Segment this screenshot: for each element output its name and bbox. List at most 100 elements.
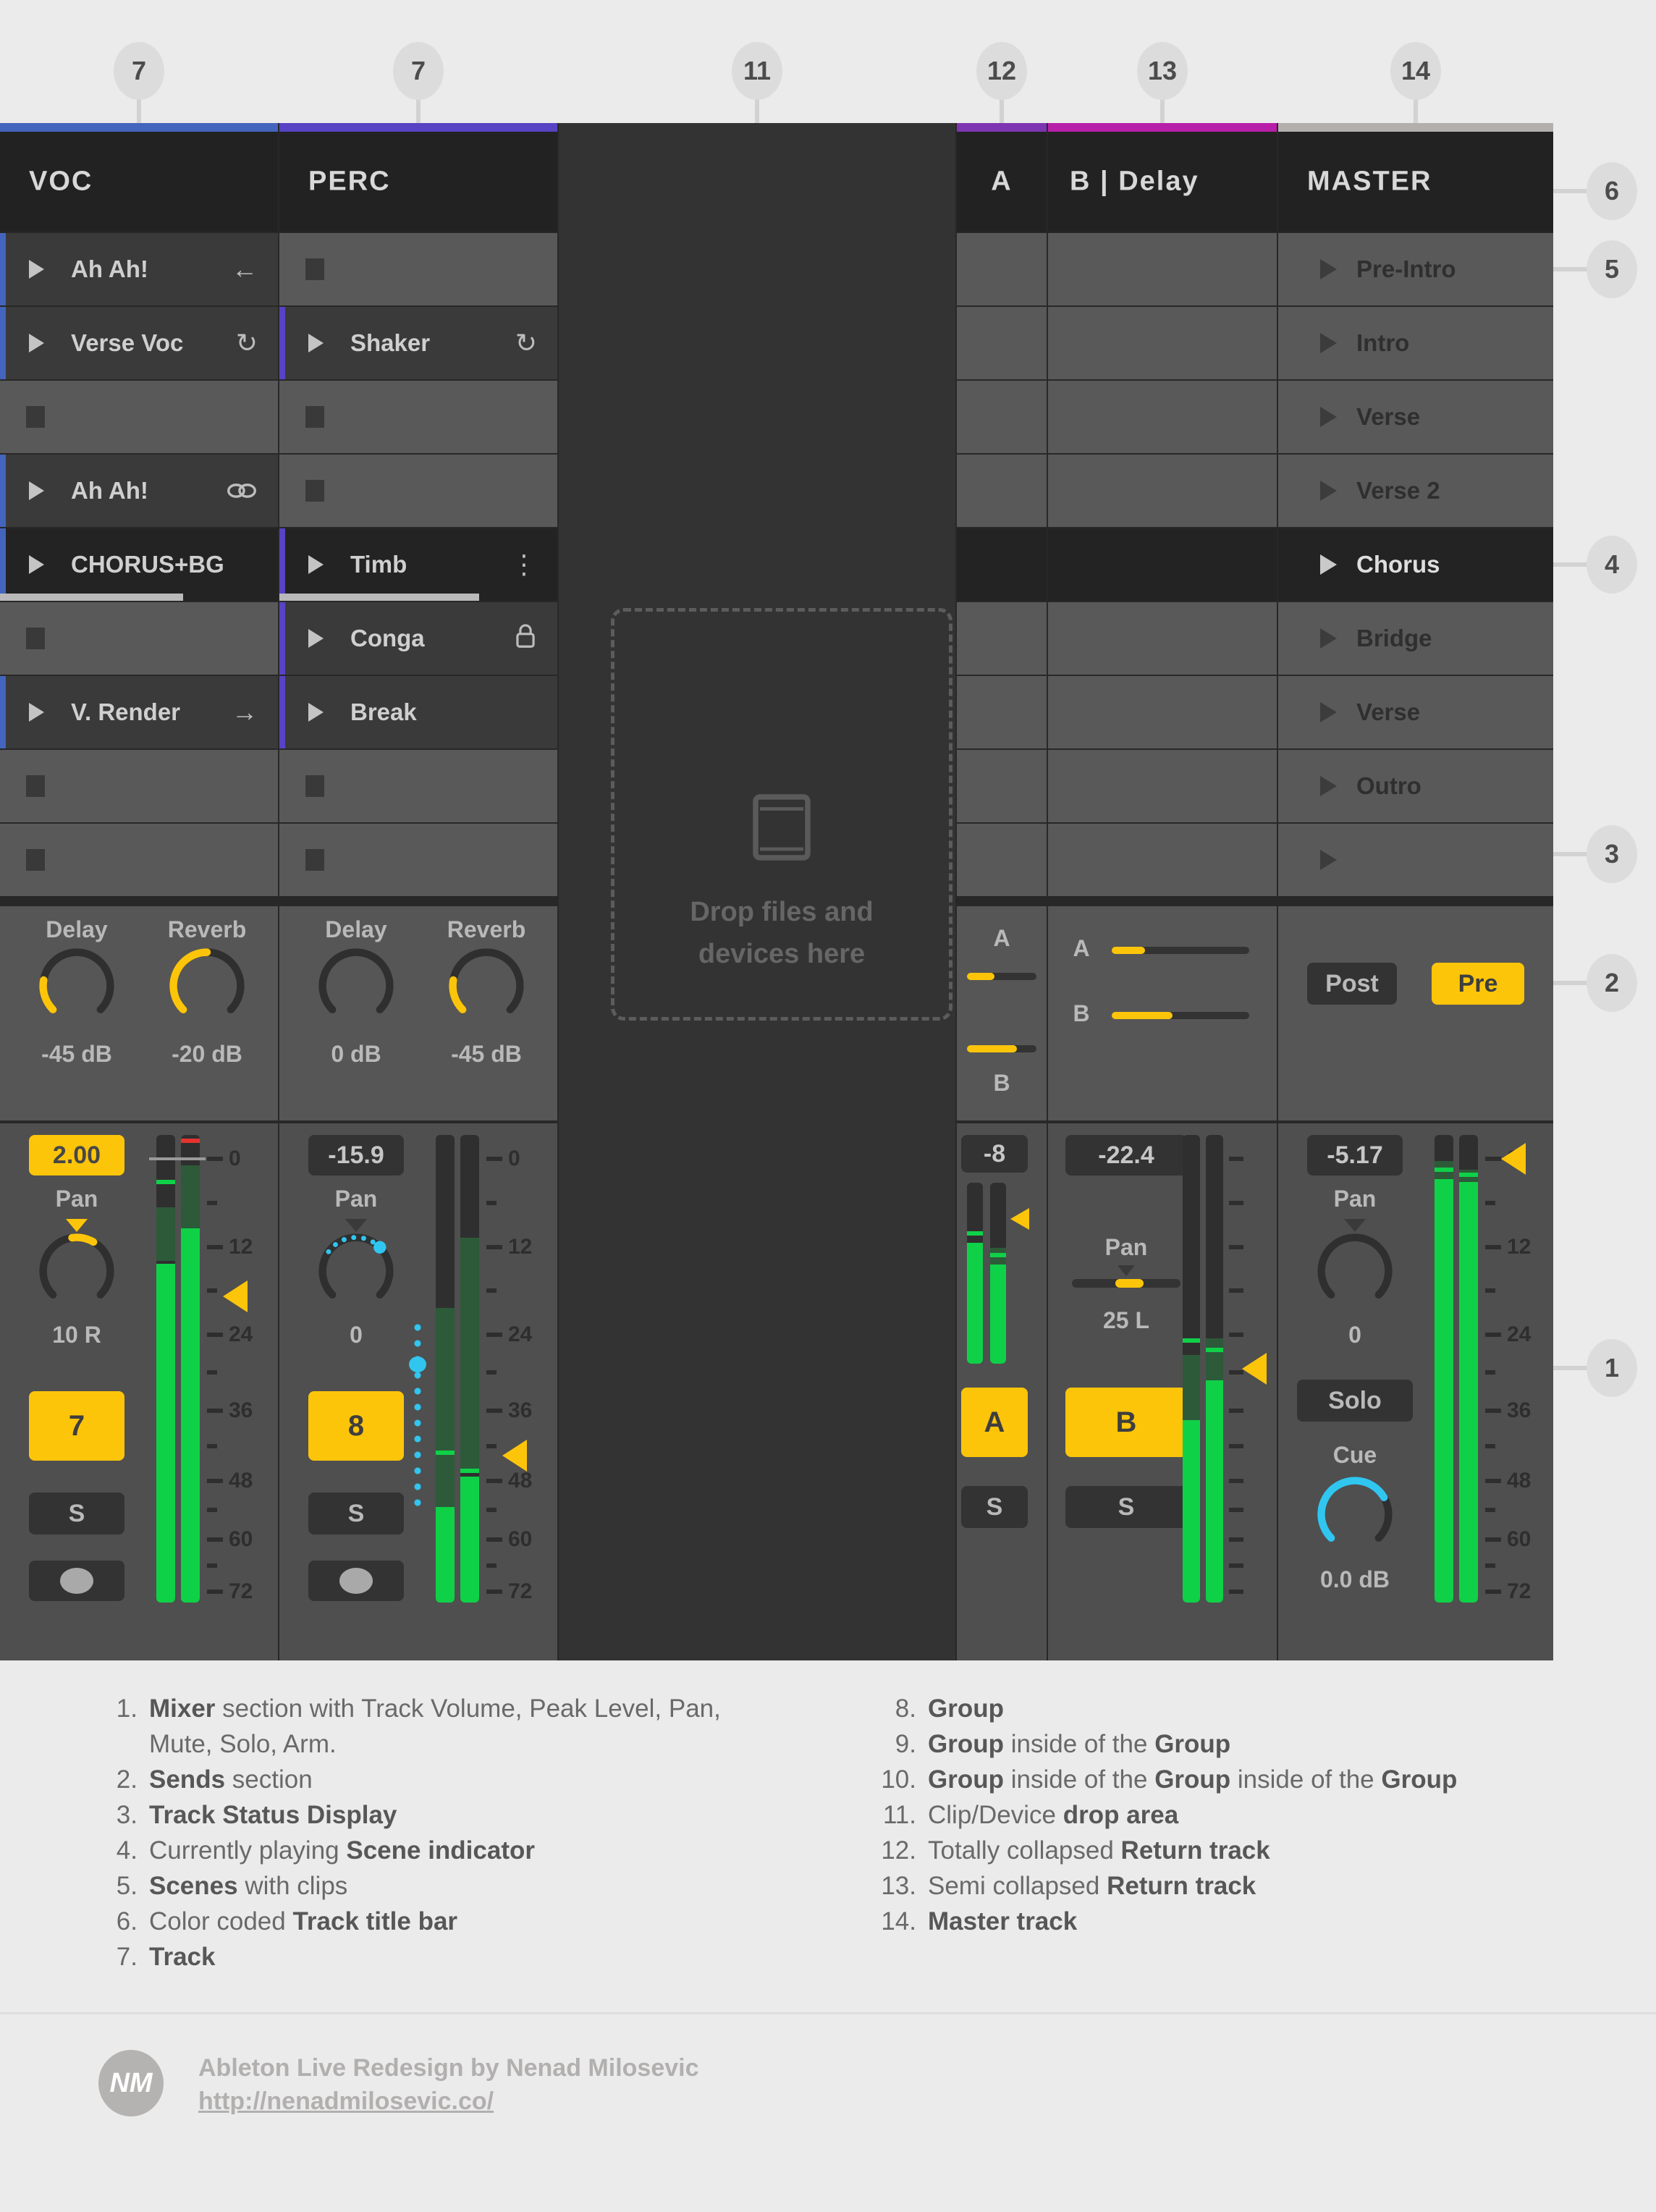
pre-button[interactable]: Pre bbox=[1432, 963, 1524, 1005]
scene-play-icon[interactable] bbox=[1320, 628, 1337, 649]
scene-play-icon[interactable] bbox=[1320, 554, 1337, 575]
volume-fader-handle[interactable] bbox=[223, 1280, 248, 1312]
cue-knob[interactable] bbox=[1313, 1472, 1397, 1556]
clip-slot-empty[interactable] bbox=[279, 233, 557, 305]
return-clip-slot[interactable] bbox=[1048, 381, 1277, 453]
scene-play-icon[interactable] bbox=[1320, 776, 1337, 796]
clip-play-icon[interactable] bbox=[29, 703, 44, 722]
clip-slot[interactable]: Timb⋮ bbox=[279, 528, 557, 601]
clip-slot[interactable]: CHORUS+BG bbox=[0, 528, 278, 601]
volume-fader-handle[interactable] bbox=[1501, 1143, 1526, 1175]
send-knob[interactable] bbox=[314, 944, 398, 1028]
send-knob[interactable] bbox=[444, 944, 528, 1028]
clip-slot-empty[interactable] bbox=[279, 824, 557, 896]
post-button[interactable]: Post bbox=[1307, 963, 1397, 1005]
track-title-bar-master[interactable]: MASTER bbox=[1278, 132, 1553, 232]
solo-button[interactable]: S bbox=[1065, 1486, 1187, 1528]
return-clip-slot[interactable] bbox=[1048, 750, 1277, 822]
clip-stop-square[interactable] bbox=[26, 849, 45, 871]
volume-automation-handle[interactable] bbox=[409, 1356, 426, 1372]
return-clip-slot[interactable] bbox=[1048, 676, 1277, 748]
arm-button[interactable] bbox=[308, 1561, 404, 1601]
scene-slot[interactable]: Verse bbox=[1278, 381, 1553, 453]
clip-play-icon[interactable] bbox=[308, 629, 324, 648]
clip-slot[interactable]: Conga bbox=[279, 602, 557, 675]
clip-slot[interactable]: Break bbox=[279, 676, 557, 748]
track-title-bar-perc[interactable]: PERC bbox=[279, 132, 557, 232]
return-name-button[interactable]: A bbox=[961, 1388, 1028, 1457]
return-clip-slot[interactable] bbox=[957, 307, 1047, 379]
scene-slot[interactable]: Verse bbox=[1278, 676, 1553, 748]
drop-area[interactable]: Drop files and devices here bbox=[611, 608, 952, 1021]
scene-slot[interactable]: Bridge bbox=[1278, 602, 1553, 675]
clip-slot-empty[interactable] bbox=[279, 455, 557, 527]
author-link[interactable]: http://nenadmilosevic.co/ bbox=[198, 2088, 494, 2115]
scene-play-icon[interactable] bbox=[1320, 481, 1337, 501]
volume-fader-handle[interactable] bbox=[502, 1440, 527, 1472]
clip-slot-empty[interactable] bbox=[0, 750, 278, 822]
clip-slot-empty[interactable] bbox=[0, 824, 278, 896]
clip-stop-square[interactable] bbox=[26, 406, 45, 428]
track-title-bar-a[interactable]: A bbox=[957, 132, 1047, 232]
track-number-button[interactable]: 8 bbox=[308, 1391, 404, 1461]
clip-play-icon[interactable] bbox=[308, 334, 324, 353]
scene-slot[interactable]: Intro bbox=[1278, 307, 1553, 379]
pan-knob[interactable] bbox=[314, 1229, 398, 1313]
send-knob[interactable] bbox=[35, 944, 119, 1028]
scene-play-icon[interactable] bbox=[1320, 407, 1337, 427]
volume-fader-handle[interactable] bbox=[1242, 1353, 1267, 1385]
return-clip-slot[interactable] bbox=[957, 602, 1047, 675]
scene-slot[interactable]: Outro bbox=[1278, 750, 1553, 822]
track-title-bar-voc[interactable]: VOC bbox=[0, 132, 278, 232]
return-clip-slot[interactable] bbox=[1048, 455, 1277, 527]
clip-slot-empty[interactable] bbox=[0, 381, 278, 453]
clip-stop-square[interactable] bbox=[305, 849, 324, 871]
return-clip-slot[interactable] bbox=[957, 528, 1047, 601]
peak-level-display[interactable]: -8 bbox=[961, 1135, 1028, 1173]
clip-play-icon[interactable] bbox=[29, 334, 44, 353]
scene-play-icon[interactable] bbox=[1320, 259, 1337, 279]
scene-slot[interactable]: Pre-Intro bbox=[1278, 233, 1553, 305]
clip-slot-empty[interactable] bbox=[279, 750, 557, 822]
return-clip-slot[interactable] bbox=[957, 455, 1047, 527]
return-clip-slot[interactable] bbox=[1048, 602, 1277, 675]
return-clip-slot[interactable] bbox=[957, 750, 1047, 822]
clip-stop-square[interactable] bbox=[26, 628, 45, 649]
pan-knob[interactable] bbox=[35, 1229, 119, 1313]
clip-play-icon[interactable] bbox=[29, 555, 44, 574]
return-clip-slot[interactable] bbox=[1048, 233, 1277, 305]
track-title-bar-b[interactable]: B | Delay bbox=[1048, 132, 1277, 232]
return-clip-slot[interactable] bbox=[957, 676, 1047, 748]
clip-slot[interactable]: Ah Ah!← bbox=[0, 233, 278, 305]
peak-level-display[interactable]: -5.17 bbox=[1307, 1135, 1403, 1175]
return-clip-slot[interactable] bbox=[957, 233, 1047, 305]
clip-stop-square[interactable] bbox=[305, 480, 324, 502]
solo-button[interactable]: S bbox=[308, 1493, 404, 1535]
solo-button[interactable]: Solo bbox=[1297, 1380, 1413, 1422]
clip-slot[interactable]: Verse Voc↻ bbox=[0, 307, 278, 379]
volume-fader-handle[interactable] bbox=[1010, 1208, 1029, 1230]
solo-button[interactable]: S bbox=[961, 1486, 1028, 1528]
clip-play-icon[interactable] bbox=[308, 555, 324, 574]
pan-knob[interactable] bbox=[1313, 1229, 1397, 1313]
peak-level-display[interactable]: -22.4 bbox=[1065, 1135, 1187, 1175]
clip-play-icon[interactable] bbox=[29, 260, 44, 279]
peak-level-display[interactable]: 2.00 bbox=[29, 1135, 124, 1175]
return-clip-slot[interactable] bbox=[1048, 824, 1277, 896]
peak-level-display[interactable]: -15.9 bbox=[308, 1135, 404, 1175]
return-clip-slot[interactable] bbox=[1048, 528, 1277, 601]
send-a-slider[interactable] bbox=[1112, 947, 1249, 954]
send-b-slider[interactable] bbox=[1112, 1012, 1249, 1019]
scene-play-icon[interactable] bbox=[1320, 333, 1337, 353]
volume-automation-line[interactable] bbox=[414, 1320, 421, 1511]
scene-slot[interactable]: Verse 2 bbox=[1278, 455, 1553, 527]
return-clip-slot[interactable] bbox=[1048, 307, 1277, 379]
return-clip-slot[interactable] bbox=[957, 824, 1047, 896]
send-knob[interactable] bbox=[165, 944, 249, 1028]
scene-play-icon[interactable] bbox=[1320, 850, 1337, 870]
send-a-slider[interactable] bbox=[967, 973, 1036, 980]
clip-stop-square[interactable] bbox=[305, 775, 324, 797]
clip-slot-empty[interactable] bbox=[279, 381, 557, 453]
scene-slot[interactable] bbox=[1278, 824, 1553, 896]
pan-slider[interactable] bbox=[1072, 1279, 1180, 1288]
